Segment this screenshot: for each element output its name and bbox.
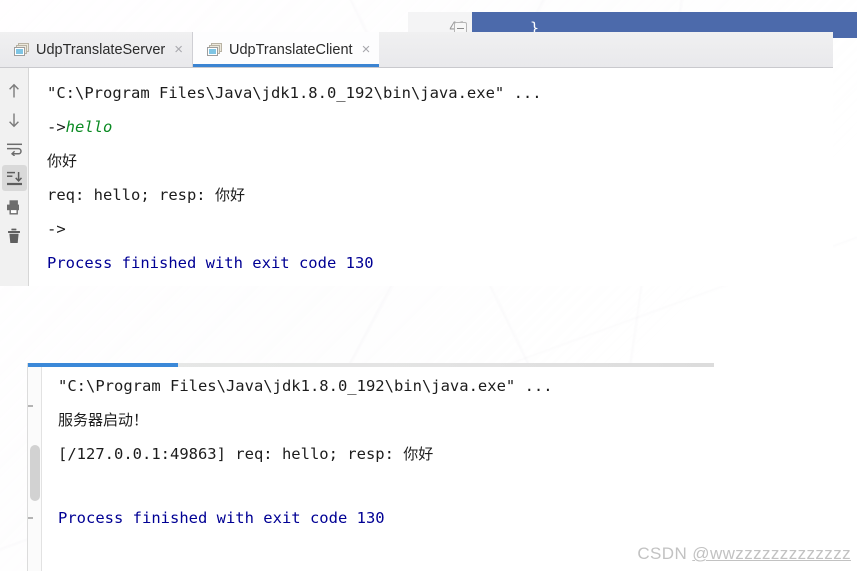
tab-udp-translate-client[interactable]: UdpTranslateClient × [191,32,380,67]
console-line: Process finished with exit code 130 [58,501,713,535]
req-resp-response: 你好 [214,186,245,204]
down-arrow-icon[interactable] [2,107,27,133]
scroll-to-end-icon[interactable] [1,165,27,191]
soft-wrap-icon[interactable] [2,136,27,162]
up-arrow-icon[interactable] [2,78,27,104]
prompt-arrow: -> [47,220,66,238]
console-line: "C:\Program Files\Java\jdk1.8.0_192\bin\… [58,369,713,403]
close-icon[interactable]: × [360,42,371,57]
console-line: -> [47,212,833,246]
server-console-output[interactable]: "C:\Program Files\Java\jdk1.8.0_192\bin\… [48,369,713,571]
console-line: 服务器启动！ [58,403,713,437]
java-command-line: "C:\Program Files\Java\jdk1.8.0_192\bin\… [58,377,553,395]
console-line: Process finished with exit code 130 [47,246,833,280]
console-toolbar [0,68,29,286]
client-console-panel: "C:\Program Files\Java\jdk1.8.0_192\bin\… [0,68,833,286]
screenshot-root: 41 } UdpTranslateServer × UdpTranslateCl… [0,0,857,571]
client-console-output[interactable]: "C:\Program Files\Java\jdk1.8.0_192\bin\… [29,68,833,286]
trash-icon[interactable] [2,223,27,249]
run-progress-bar [28,363,714,367]
print-icon[interactable] [2,194,27,220]
java-command-line: "C:\Program Files\Java\jdk1.8.0_192\bin\… [47,84,542,102]
close-icon[interactable]: × [172,42,183,57]
watermark-prefix: CSDN [637,544,693,563]
exit-code-message: Process finished with exit code 130 [58,509,385,527]
tab-label: UdpTranslateServer [36,41,166,58]
console-line: ->hello [47,110,833,144]
scrollbar-thumb[interactable] [30,445,40,501]
translation-response: 你好 [47,152,78,170]
watermark-handle: @wwzzzzzzzzzzzzz [692,544,851,563]
tab-udp-translate-server[interactable]: UdpTranslateServer × [0,32,192,67]
csdn-watermark: CSDN @wwzzzzzzzzzzzzz [637,544,851,564]
req-resp-prefix: req: hello; resp: [47,186,215,204]
console-window-icon [14,43,29,56]
console-line: "C:\Program Files\Java\jdk1.8.0_192\bin\… [47,76,833,110]
run-tab-strip: UdpTranslateServer × UdpTranslateClient … [0,32,833,68]
server-console-panel: "C:\Program Files\Java\jdk1.8.0_192\bin\… [27,363,714,571]
client-request-response: 你好 [403,445,434,463]
server-startup-message: 服务器启动！ [58,411,149,429]
prompt-arrow: -> [47,118,66,136]
client-request-log: [/127.0.0.1:49863] req: hello; resp: [58,445,404,463]
console-window-icon [206,43,222,56]
console-scrollbar[interactable] [28,367,42,571]
console-line: 你好 [47,144,833,178]
typed-input: hello [65,118,113,136]
tab-label: UdpTranslateClient [228,41,353,58]
console-line: req: hello; resp: 你好 [47,178,833,212]
exit-code-message: Process finished with exit code 130 [47,254,374,272]
console-line: [/127.0.0.1:49863] req: hello; resp: 你好 [58,437,713,471]
